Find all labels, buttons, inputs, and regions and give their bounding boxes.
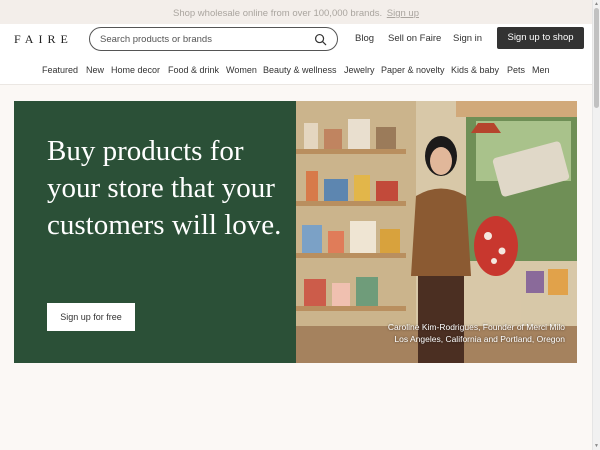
hero-image: Caroline Kim-Rodrigues, Founder of Merci… [296,101,577,363]
category-women[interactable]: Women [226,65,257,75]
sign-up-for-free-button[interactable]: Sign up for free [47,303,135,331]
announcement-banner: Shop wholesale online from over 100,000 … [0,0,592,24]
sign-up-to-shop-button[interactable]: Sign up to shop [497,27,584,49]
category-pets[interactable]: Pets [507,65,525,75]
caption-location: Los Angeles, California and Portland, Or… [394,334,565,344]
search-icon[interactable] [314,33,327,46]
sign-in-link[interactable]: Sign in [453,33,482,44]
category-men[interactable]: Men [532,65,550,75]
category-nav: Featured New Home decor Food & drink Wom… [0,56,592,85]
banner-text: Shop wholesale online from over 100,000 … [172,8,383,19]
hero-caption: Caroline Kim-Rodrigues, Founder of Merci… [388,321,565,345]
category-paper-novelty[interactable]: Paper & novelty [381,65,445,75]
category-home-decor[interactable]: Home decor [111,65,160,75]
category-new[interactable]: New [86,65,104,75]
scroll-down-icon[interactable]: ▼ [594,443,599,449]
sell-on-faire-link[interactable]: Sell on Faire [388,33,441,44]
blog-link[interactable]: Blog [355,33,374,44]
hero-headline: Buy products for your store that your cu… [47,135,282,241]
scroll-up-icon[interactable]: ▲ [594,1,599,7]
category-food-drink[interactable]: Food & drink [168,65,219,75]
caption-name: Caroline Kim-Rodrigues, Founder of Merci… [387,322,565,332]
banner-signup-link[interactable]: Sign up [387,8,419,19]
search-bar[interactable] [89,27,338,51]
hero-panel: Buy products for your store that your cu… [14,101,296,363]
site-header: FAIRE Blog Sell on Faire Sign in Sign up… [0,24,592,56]
search-input[interactable] [100,31,310,47]
category-jewelry[interactable]: Jewelry [344,65,375,75]
faire-logo[interactable]: FAIRE [14,32,73,47]
scrollbar-thumb[interactable] [594,8,599,108]
page-scrollbar[interactable]: ▲ ▼ [592,0,600,450]
category-featured[interactable]: Featured [42,65,78,75]
category-kids-baby[interactable]: Kids & baby [451,65,499,75]
category-beauty-wellness[interactable]: Beauty & wellness [263,65,337,75]
